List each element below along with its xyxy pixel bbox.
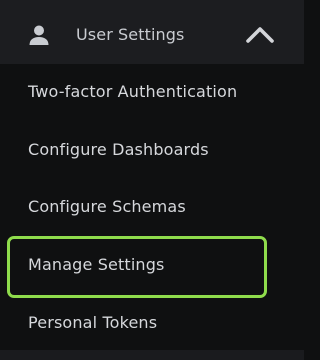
chevron-up-icon[interactable] xyxy=(244,20,276,48)
submenu-item-manage-settings[interactable]: Manage Settings xyxy=(0,237,304,293)
submenu-item-label: Configure Schemas xyxy=(28,197,186,216)
user-icon xyxy=(28,24,50,46)
user-settings-header[interactable]: User Settings xyxy=(0,0,304,64)
submenu-item-label: Manage Settings xyxy=(28,255,165,274)
submenu-item-configure-schemas[interactable]: Configure Schemas xyxy=(0,179,304,235)
submenu-item-two-factor-authentication[interactable]: Two-factor Authentication xyxy=(0,64,304,120)
submenu-item-personal-tokens[interactable]: Personal Tokens xyxy=(0,295,304,351)
submenu-item-label: Personal Tokens xyxy=(28,313,158,332)
submenu-item-configure-dashboards[interactable]: Configure Dashboards xyxy=(0,122,304,178)
submenu-item-label: Configure Dashboards xyxy=(28,140,209,159)
user-settings-menu: User Settings Two-factor Authentication … xyxy=(0,0,304,360)
user-settings-title: User Settings xyxy=(76,25,185,44)
user-settings-submenu: Two-factor Authentication Configure Dash… xyxy=(0,64,304,350)
bottom-divider xyxy=(0,350,304,360)
submenu-item-label: Two-factor Authentication xyxy=(28,82,238,101)
